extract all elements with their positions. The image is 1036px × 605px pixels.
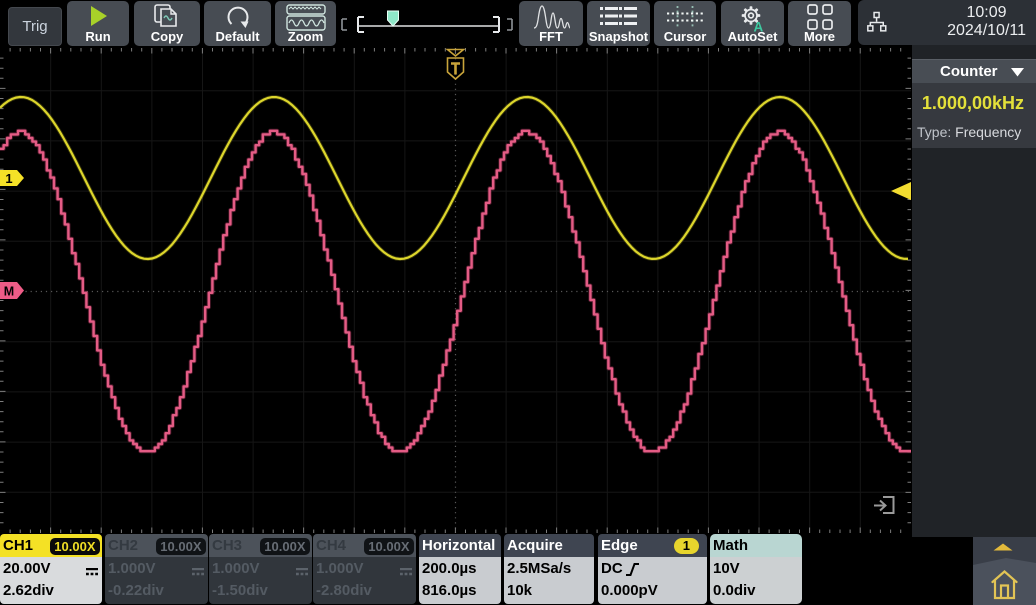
svg-text:1: 1 xyxy=(5,171,12,186)
svg-text:A: A xyxy=(753,20,763,34)
svg-text:M: M xyxy=(4,285,14,299)
